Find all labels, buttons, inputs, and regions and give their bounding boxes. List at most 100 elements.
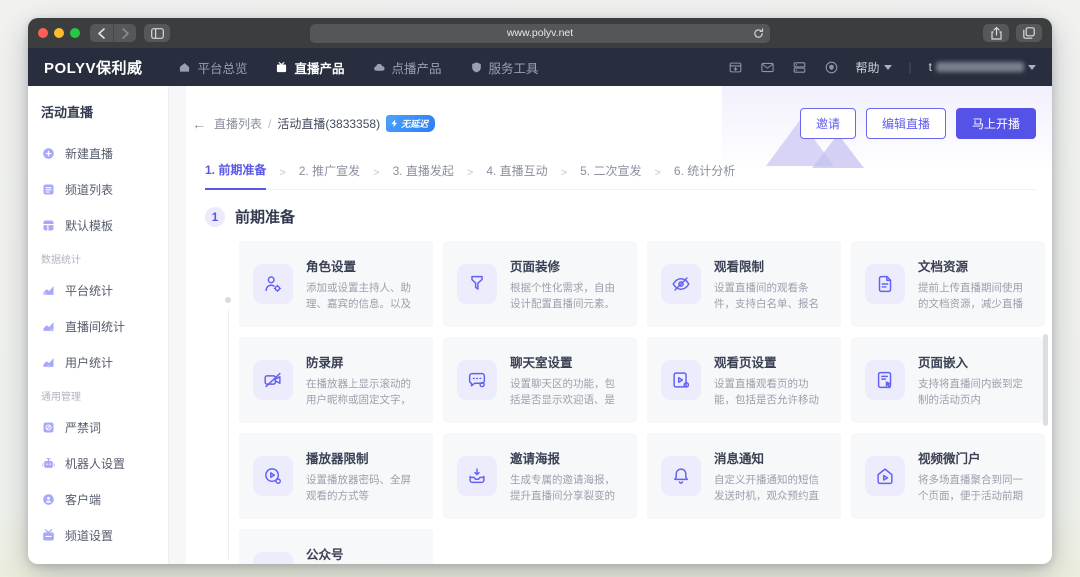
sidebar-group-data-stats: 数据统计: [41, 251, 168, 266]
navbar-right: 帮助 | t: [728, 59, 1036, 76]
sidebar-item-room-stats[interactable]: 直播间统计: [41, 316, 168, 336]
nav-item-service-tools[interactable]: 服务工具: [470, 58, 539, 77]
chevron-down-icon: [884, 65, 892, 70]
app-navbar: POLYV保利威 平台总览 直播产品 点播产品 服务工具: [28, 48, 1052, 86]
mail-icon: [760, 60, 775, 75]
message-button[interactable]: [760, 60, 775, 75]
sidebar-item-platform-stats[interactable]: 平台统计: [41, 280, 168, 300]
chevron-right-icon: >: [373, 167, 379, 189]
breadcrumb-current: 活动直播(3833358): [277, 115, 380, 132]
card-invite-poster[interactable]: 邀请海报生成专属的邀请海报，提升直播间分享裂变的效果: [443, 433, 637, 519]
inbox-poster-icon: [457, 456, 497, 496]
shield-icon: [470, 61, 483, 74]
server-list-icon: [792, 60, 807, 75]
sidebar-title: 活动直播: [41, 102, 168, 121]
url-bar[interactable]: www.polyv.net: [310, 24, 770, 43]
nav-item-platform-overview[interactable]: 平台总览: [178, 58, 247, 77]
help-menu[interactable]: 帮助: [856, 59, 892, 76]
invite-button[interactable]: 邀请: [800, 108, 856, 139]
breadcrumb-separator: /: [268, 117, 271, 131]
sidebar-item-channel-settings[interactable]: 频道设置: [41, 525, 168, 545]
sidebar-item-default-template[interactable]: 默认模板: [41, 215, 168, 235]
traffic-lights: [38, 28, 80, 38]
navbar-divider: |: [909, 60, 912, 74]
tabs-icon: [1023, 27, 1035, 39]
account-security-button[interactable]: [824, 60, 839, 75]
edit-live-button[interactable]: 编辑直播: [866, 108, 946, 139]
card-view-restriction[interactable]: 观看限制设置直播间的观看条件，支持白名单、报名观看、验...: [647, 241, 841, 327]
chevron-right-icon: [121, 28, 130, 39]
workorder-button[interactable]: [728, 60, 743, 75]
chevron-right-icon: >: [467, 167, 473, 189]
browser-chrome: www.polyv.net: [28, 18, 1052, 48]
card-watch-page-settings[interactable]: 观看页设置设置直播观看页的功能，包括是否允许移动端观看等: [647, 337, 841, 423]
main-menu: 平台总览 直播产品 点播产品 服务工具: [178, 58, 538, 77]
tab-interaction[interactable]: 4. 直播互动: [486, 162, 547, 189]
card-chatroom-settings[interactable]: 聊天室设置设置聊天区的功能，包括是否显示欢迎语、是否支持...: [443, 337, 637, 423]
sidebar-group-general-admin: 通用管理: [41, 388, 168, 403]
footer-icon: [41, 564, 56, 565]
nav-item-vod-products[interactable]: 点播产品: [373, 58, 442, 77]
card-message-notification[interactable]: 消息通知自定义开播通知的短信发送时机，观众预约直播后，...: [647, 433, 841, 519]
card-document-resources[interactable]: 文档资源提前上传直播期间使用的文档资源，减少直播中的失...: [851, 241, 1045, 327]
sidebar-item-banned-words[interactable]: 严禁词: [41, 417, 168, 437]
card-player-restriction[interactable]: 播放器限制设置播放器密码、全屏观看的方式等: [239, 433, 433, 519]
blurred-username: [936, 62, 1024, 72]
polyv-logo[interactable]: POLYV保利威: [44, 57, 142, 78]
reload-button[interactable]: [753, 28, 764, 39]
camera-off-icon: [253, 360, 293, 400]
tab-promotion[interactable]: 2. 推广宣发: [299, 162, 360, 189]
action-buttons: 邀请 编辑直播 马上开播: [800, 108, 1036, 139]
sidebar-item-channel-list[interactable]: 频道列表: [41, 179, 168, 199]
tab-secondary-promo[interactable]: 5. 二次宣发: [580, 162, 641, 189]
main-content: ← 直播列表 / 活动直播(3833358) 无延迟 邀请 编辑直播 马上开播 …: [186, 86, 1052, 564]
sidebar-gutter: [168, 86, 186, 564]
rocket-icon: [390, 119, 399, 128]
tabs-overview-button[interactable]: [1016, 24, 1042, 42]
forbidden-icon: [41, 420, 56, 435]
nav-item-live-products[interactable]: 直播产品: [275, 58, 344, 77]
browser-back-button[interactable]: [90, 24, 113, 42]
document-icon: [865, 264, 905, 304]
user-account-menu[interactable]: t: [929, 60, 1036, 74]
back-arrow-icon[interactable]: ←: [192, 116, 206, 132]
card-page-decoration[interactable]: 页面装修根据个性化需求，自由设计配置直播间元素。支持自...: [443, 241, 637, 327]
tv-settings-icon: [41, 528, 56, 543]
card-video-portal[interactable]: 视频微门户将多场直播聚合到同一个页面，便于活动前期的宣发...: [851, 433, 1045, 519]
bell-icon: [661, 456, 701, 496]
sidebar-toggle-button[interactable]: [144, 24, 170, 42]
card-official-account[interactable]: 公众号适用于直播间引流至公众号或客服，沉淀用户至私域...: [239, 529, 433, 564]
chat-settings-icon: [457, 360, 497, 400]
chart-icon: [41, 319, 56, 334]
start-live-button[interactable]: 马上开播: [956, 108, 1036, 139]
breadcrumb-parent[interactable]: 直播列表: [214, 115, 262, 132]
sidebar-item-client[interactable]: 客户端: [41, 489, 168, 509]
share-button[interactable]: [983, 24, 1009, 42]
sidebar-item-footer-settings[interactable]: 页脚设置: [41, 561, 168, 564]
content-scrollbar[interactable]: [1043, 334, 1048, 426]
client-icon: [41, 492, 56, 507]
console-button[interactable]: [792, 60, 807, 75]
close-window-button[interactable]: [38, 28, 48, 38]
card-page-embed[interactable]: 页面嵌入支持将直播间内嵌到定制的活动页内: [851, 337, 1045, 423]
reload-icon: [753, 28, 764, 39]
section-title: 前期准备: [235, 206, 295, 227]
timeline-line: [228, 309, 229, 559]
minimize-window-button[interactable]: [54, 28, 64, 38]
sidebar-item-user-stats[interactable]: 用户统计: [41, 352, 168, 372]
sidebar-item-new-live[interactable]: 新建直播: [41, 143, 168, 163]
tab-preparation[interactable]: 1. 前期准备: [205, 161, 266, 190]
chevron-left-icon: [97, 28, 106, 39]
card-anti-screen-record[interactable]: 防录屏在播放器上显示滚动的用户昵称或固定文字，达到防...: [239, 337, 433, 423]
tab-launch[interactable]: 3. 直播发起: [393, 162, 454, 189]
maximize-window-button[interactable]: [70, 28, 80, 38]
chevron-right-icon: >: [654, 167, 660, 189]
browser-forward-button[interactable]: [113, 24, 136, 42]
tv-icon: [275, 61, 288, 74]
wechat-icon: [253, 552, 293, 564]
browser-window: www.polyv.net POLYV保利威 平台总览 直播产品: [28, 18, 1052, 564]
watch-page-icon: [661, 360, 701, 400]
card-role-settings[interactable]: 角色设置添加或设置主持人、助理、嘉宾的信息。以及新增助...: [239, 241, 433, 327]
sidebar-item-robot-settings[interactable]: 机器人设置: [41, 453, 168, 473]
tab-statistics[interactable]: 6. 统计分析: [674, 162, 735, 189]
